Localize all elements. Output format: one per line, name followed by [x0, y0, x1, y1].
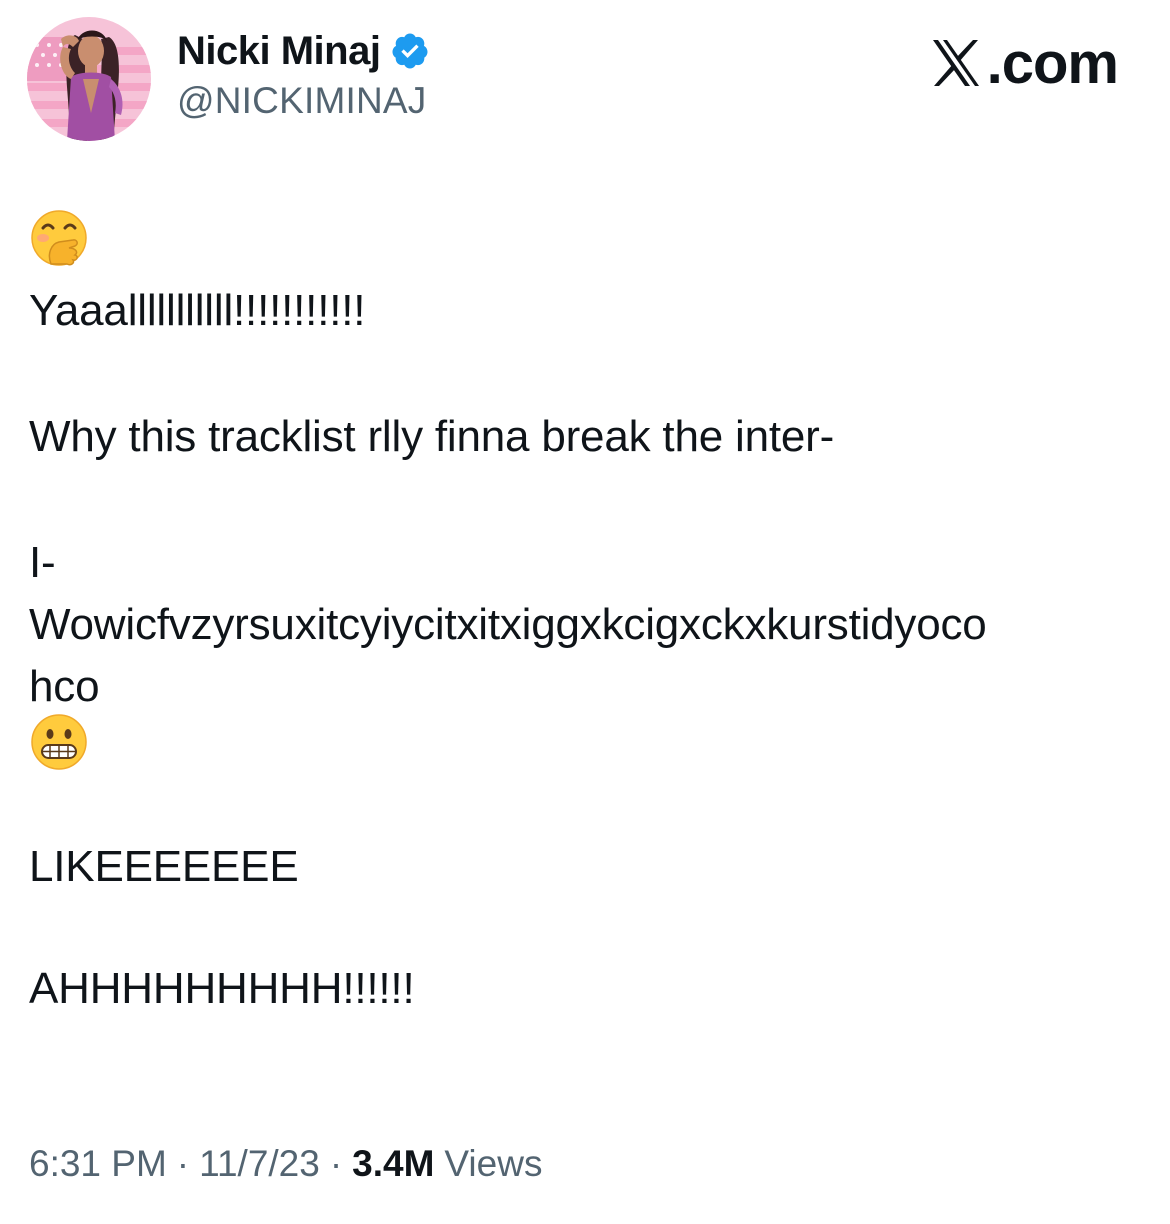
tweet-line-1: Yaaalllllllllll!!!!!!!!!!! — [29, 286, 366, 335]
author-name-row: Nicki Minaj — [177, 24, 430, 78]
tweet-line-6: LIKEEEEEEE — [29, 842, 299, 891]
grimacing-face-icon — [31, 714, 87, 770]
views-count[interactable]: 3.4M — [352, 1143, 434, 1185]
meta-separator: · — [329, 1143, 343, 1184]
tweet-line-2: Why this tracklist rlly finna break the … — [29, 412, 835, 461]
views-label: Views — [444, 1143, 543, 1184]
tweet-date[interactable]: 11/7/23 — [199, 1143, 320, 1185]
tweet-line-3: I- — [29, 538, 56, 587]
avatar[interactable] — [27, 17, 151, 141]
verified-badge-icon — [390, 31, 430, 71]
brand-watermark: .com — [929, 28, 1119, 98]
author-display-name[interactable]: Nicki Minaj — [177, 29, 381, 74]
tweet-card: Nicki Minaj @NICKIMINAJ .com Yaaalllllll… — [0, 0, 1170, 1224]
x-logo-icon — [929, 36, 983, 90]
author-handle[interactable]: @NICKIMINAJ — [177, 80, 426, 122]
brand-label: .com — [986, 30, 1119, 96]
emoji-line — [29, 210, 1129, 268]
face-with-hand-over-mouth-icon — [31, 210, 87, 266]
tweet-line-7: AHHHHHHHHH!!!!!! — [29, 964, 415, 1013]
emoji-line-2 — [29, 714, 1129, 772]
tweet-line-5: hco — [29, 662, 100, 711]
tweet-time[interactable]: 6:31 PM — [29, 1143, 167, 1185]
tweet-line-4: Wowicfvzyrsuxitcyiycitxitxiggxkcigxckxku… — [29, 600, 987, 649]
tweet-body: Yaaalllllllllll!!!!!!!!!!! Why this trac… — [29, 210, 1129, 1016]
tweet-meta: 6:31 PM · 11/7/23 · 3.4M Views — [29, 1143, 542, 1185]
meta-separator: · — [176, 1143, 190, 1184]
avatar-image — [27, 17, 151, 141]
